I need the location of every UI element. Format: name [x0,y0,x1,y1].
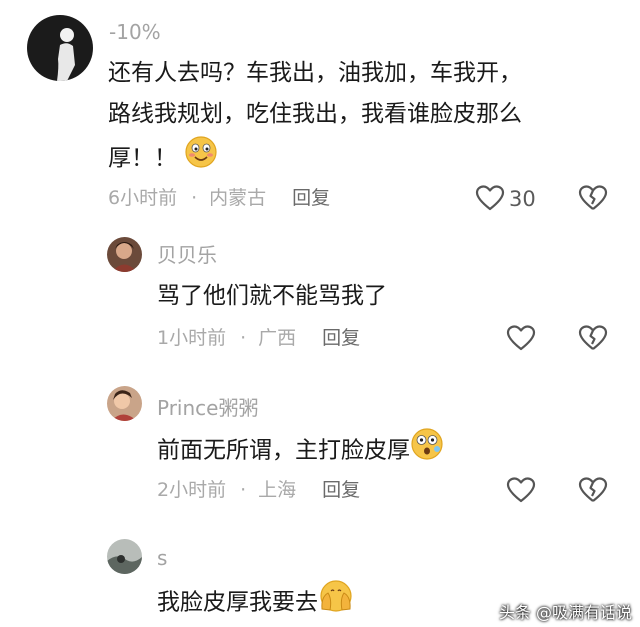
comment-line: 我脸皮厚我要去 [157,579,354,627]
flushed-face-emoji [410,427,444,475]
broken-heart-icon[interactable] [578,184,608,212]
like-count: 30 [509,187,536,211]
username[interactable]: -10% [109,20,161,44]
covering-face-emoji [318,579,354,627]
location: 上海 [258,479,297,501]
avatar[interactable] [27,15,93,81]
avatar-photo-image [107,237,142,272]
separator-dot: · [191,187,198,209]
reply-button[interactable]: 回复 [322,326,360,350]
comment-line: 骂了他们就不能骂我了 [157,283,387,309]
location: 内蒙古 [209,187,267,209]
separator-dot: · [240,327,247,349]
reply-button[interactable]: 回复 [292,186,330,210]
heart-outline-icon[interactable] [475,184,505,212]
comment-line: 前面无所谓，主打脸皮厚 [157,427,444,475]
reply-button[interactable]: 回复 [322,478,360,502]
broken-heart-icon[interactable] [578,324,608,352]
comment-line-text: 厚！！ [108,145,177,172]
comment-meta: 1小时前 · 广西 回复 [157,326,360,350]
heart-outline-icon[interactable] [506,324,536,352]
comment-text: 我脸皮厚我要去 [157,579,354,627]
comment-line: 厚！！ [108,135,608,183]
username[interactable]: Prince粥粥 [157,396,258,420]
username[interactable]: 贝贝乐 [157,243,217,267]
comment-meta: 6小时前 · 内蒙古 回复 [108,186,330,210]
timestamp: 2小时前 [157,479,227,501]
timestamp: 1小时前 [157,327,227,349]
watermark: 头条 @吸满有话说 [498,603,632,622]
comment-line-text: 前面无所谓，主打脸皮厚 [157,437,410,464]
timestamp: 6小时前 [108,187,178,209]
comment-meta: 2小时前 · 上海 回复 [157,478,360,502]
avatar-photo-image [107,539,142,574]
comment-line-text: 我脸皮厚我要去 [157,589,318,616]
comment-text: 前面无所谓，主打脸皮厚 [157,427,444,475]
heart-outline-icon[interactable] [506,476,536,504]
comment-text: 骂了他们就不能骂我了 [157,276,387,317]
comment-line: 还有人去吗？车我出，油我加，车我开， [108,60,522,86]
smiling-face-emoji [184,135,218,183]
separator-dot: · [240,479,247,501]
comment-text: 还有人去吗？车我出，油我加，车我开， 路线我规划，吃住我出，我看谁脸皮那么 厚！… [108,53,608,183]
comment-line: 路线我规划，吃住我出，我看谁脸皮那么 [108,101,522,127]
avatar[interactable] [107,237,142,272]
avatar[interactable] [107,386,142,421]
avatar-silhouette-image [27,15,93,81]
avatar-photo-image [107,386,142,421]
username[interactable]: s [157,546,167,570]
avatar[interactable] [107,539,142,574]
location: 广西 [258,327,297,349]
broken-heart-icon[interactable] [578,476,608,504]
